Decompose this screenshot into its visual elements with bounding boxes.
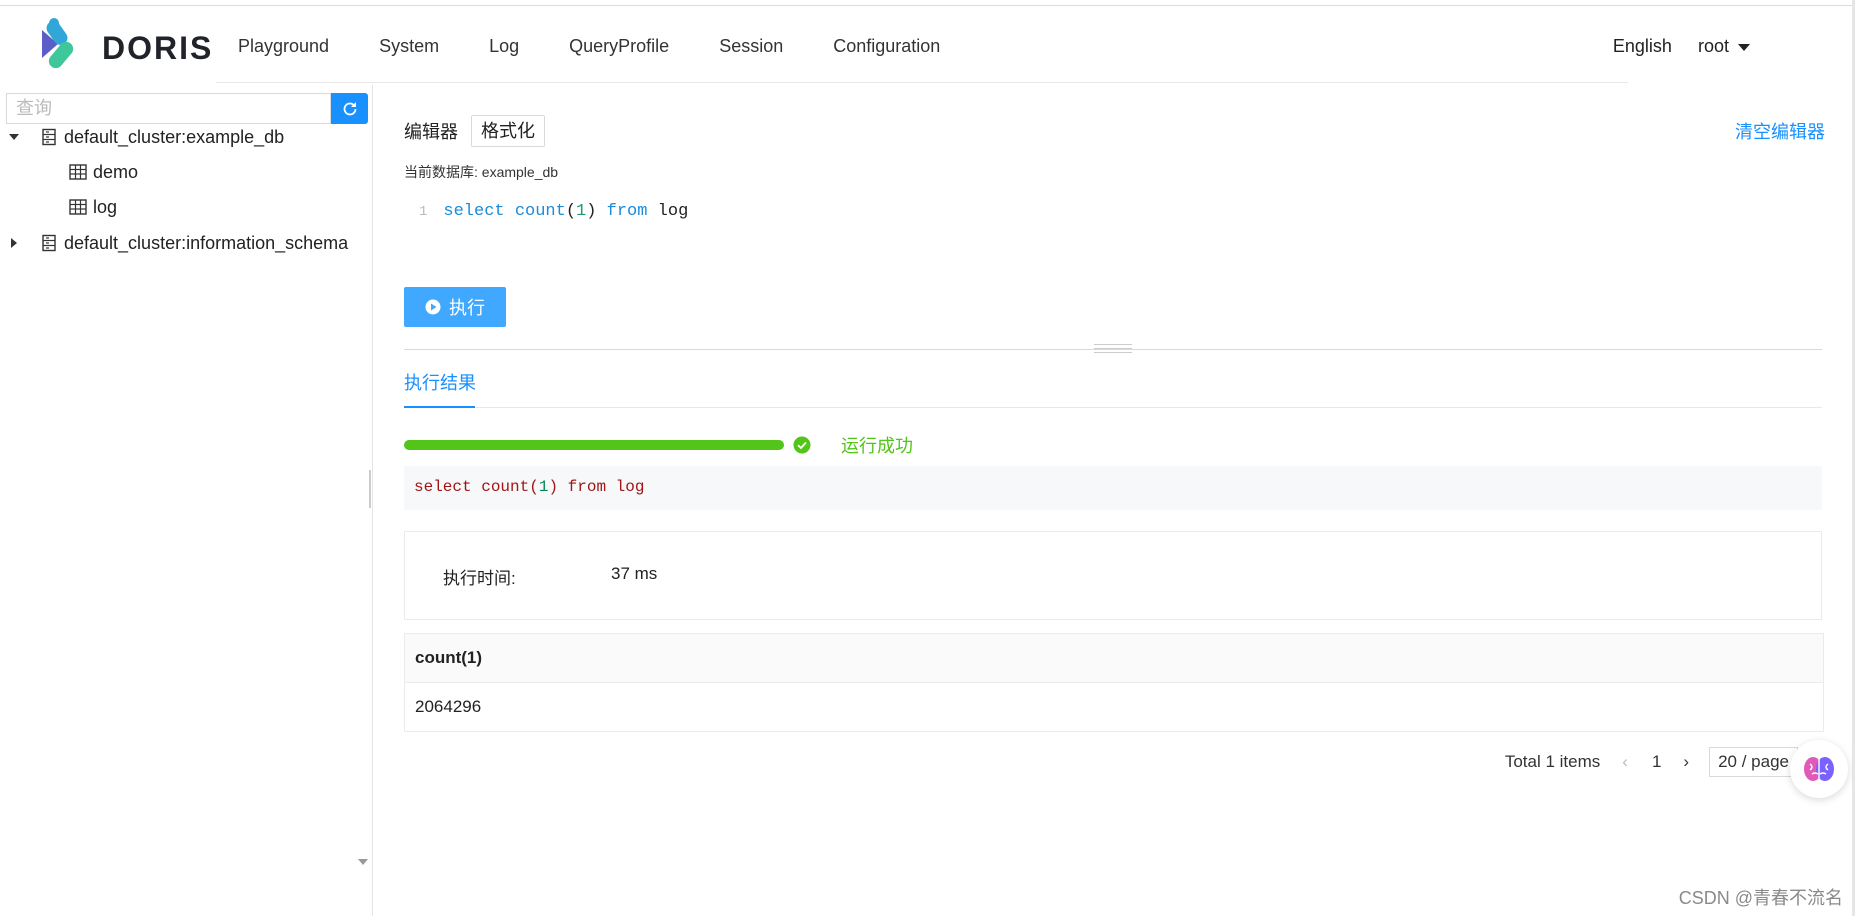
tree-node-label: demo [93, 161, 139, 182]
tab-bar-line [404, 407, 1822, 408]
tree-node-demo[interactable]: demo [69, 158, 138, 186]
caret-down-icon [1738, 44, 1750, 51]
doris-logo[interactable]: DORIS [40, 18, 220, 78]
check-circle-icon [793, 436, 811, 454]
user-menu[interactable]: root [1698, 36, 1750, 57]
table-cell: 2064296 [415, 697, 482, 716]
prev-page-icon[interactable]: ‹ [1622, 752, 1628, 772]
executed-sql: select count(1) from log [404, 466, 1822, 510]
resize-grip[interactable] [1094, 344, 1132, 356]
code-paren: ) [586, 202, 597, 221]
tree-node-example-db[interactable]: default_cluster:example_db [8, 123, 284, 151]
play-circle-icon [425, 299, 441, 315]
line-number: 1 [419, 204, 428, 220]
nav-playground[interactable]: Playground [238, 36, 329, 57]
brand-name: DORIS [102, 30, 214, 66]
table-icon [69, 164, 87, 180]
execution-time-label: 执行时间: [443, 569, 516, 588]
tree-node-label: log [93, 196, 118, 217]
run-status: 运行成功 [841, 436, 913, 456]
scroll-down-arrow-icon[interactable] [357, 857, 369, 867]
sql-text: select count( [414, 478, 539, 496]
code-keyword: select [443, 202, 505, 221]
user-name: root [1697, 36, 1729, 56]
search-input[interactable] [7, 94, 348, 123]
pagination: Total 1 items ‹ 1 › 20 / page [1505, 747, 1798, 777]
nav-configuration[interactable]: Configuration [833, 36, 940, 57]
nav-queryprofile[interactable]: QueryProfile [569, 36, 669, 57]
progress-fill [404, 440, 784, 450]
code-function: count [514, 202, 566, 221]
tree-node-log[interactable]: log [69, 193, 117, 221]
next-page-icon[interactable]: › [1683, 752, 1689, 772]
doris-logo-icon [42, 18, 74, 69]
search-box [6, 93, 348, 124]
result-table: count(1) 2064296 [404, 633, 1824, 732]
caret-down-icon[interactable] [8, 131, 20, 143]
execution-time-panel: 执行时间: 37 ms [404, 531, 1822, 620]
sql-number: 1 [538, 478, 549, 496]
table-icon [69, 199, 87, 215]
refresh-icon [343, 101, 356, 115]
code-paren: ( [565, 202, 577, 221]
editor-label: 编辑器 [404, 122, 458, 142]
current-database: 当前数据库: example_db [404, 164, 559, 180]
caret-right-icon[interactable] [8, 237, 20, 249]
page-number[interactable]: 1 [1652, 752, 1661, 772]
execute-label: 执行 [449, 298, 485, 318]
progress-bar [404, 440, 784, 450]
header-right: English root [1613, 36, 1750, 57]
assistant-float-button[interactable] [1790, 740, 1848, 798]
app-header: DORIS Playground System Log QueryProfile… [0, 6, 1855, 84]
sql-editor[interactable]: 1 select count(1) from log [419, 202, 688, 221]
tree-node-label: default_cluster:information_schema [64, 232, 349, 253]
column-header[interactable]: count(1) [405, 634, 1823, 683]
database-sidebar: default_cluster:example_db demo log [0, 85, 373, 916]
tab-results[interactable]: 执行结果 [404, 369, 476, 395]
nav-system[interactable]: System [379, 36, 439, 57]
code-keyword: from [606, 202, 648, 221]
database-icon [42, 128, 56, 146]
main-nav: Playground System Log QueryProfile Sessi… [238, 36, 940, 57]
tree-node-label: default_cluster:example_db [64, 126, 285, 147]
playground-main: 编辑器 格式化 清空编辑器 当前数据库: example_db 1 select … [404, 85, 1825, 916]
execute-button[interactable]: 执行 [404, 287, 506, 327]
tree-node-information-schema[interactable]: default_cluster:information_schema [8, 229, 348, 257]
header-divider [216, 82, 1628, 83]
sql-text: ) from log [548, 478, 645, 496]
brain-icon [1804, 757, 1834, 781]
watermark: CSDN @青春不流名 [1678, 888, 1843, 908]
language-switch[interactable]: English [1613, 36, 1672, 57]
execution-time-value: 37 ms [611, 564, 658, 583]
total-items: Total 1 items [1504, 752, 1601, 771]
clear-editor-link[interactable]: 清空编辑器 [1735, 118, 1825, 144]
tab-active-indicator [404, 406, 475, 408]
code-number: 1 [576, 202, 587, 221]
nav-session[interactable]: Session [719, 36, 783, 57]
database-icon [42, 234, 56, 252]
nav-log[interactable]: Log [489, 36, 519, 57]
code-identifier: log [657, 202, 689, 221]
refresh-button[interactable] [331, 93, 368, 124]
sidebar-resize-handle[interactable] [369, 470, 371, 508]
page-size-select[interactable]: 20 / page [1709, 747, 1798, 777]
format-button[interactable]: 格式化 [471, 115, 545, 147]
